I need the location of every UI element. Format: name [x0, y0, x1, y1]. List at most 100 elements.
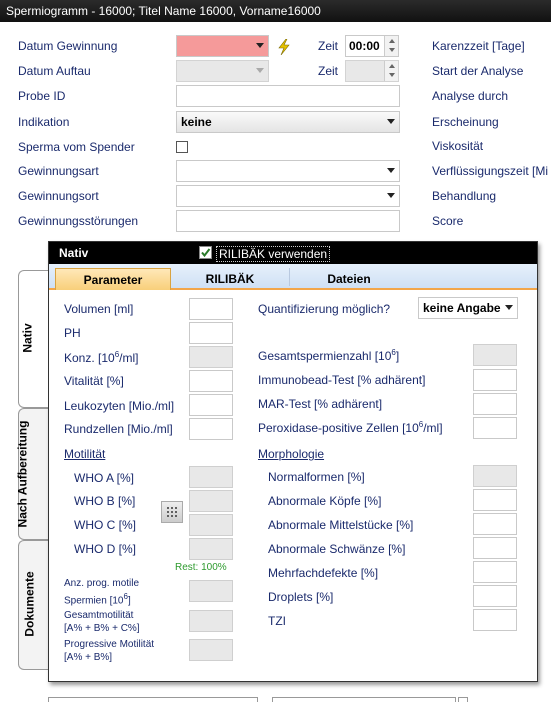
quantifizierung-dropdown[interactable]: keine Angabe — [418, 297, 518, 319]
panel-tabs: Parameter RILIBÄK Dateien — [49, 264, 537, 290]
gesamtspermienzahl-input[interactable] — [473, 344, 517, 366]
lightning-icon[interactable] — [276, 39, 292, 55]
label-mehrfachdefekte: Mehrfachdefekte [%] — [268, 566, 379, 580]
tzi-input[interactable] — [473, 609, 517, 631]
label-leukozyten: Leukozyten [Mio./ml] — [64, 399, 175, 413]
spin-up-button[interactable] — [384, 61, 398, 71]
rilibak-checkbox[interactable] — [199, 246, 212, 259]
label-konz: Konz. [106/ml] — [64, 350, 139, 365]
label-tzi: TZI — [268, 614, 286, 628]
label-probe-id: Probe ID — [18, 89, 66, 103]
tab-parameter[interactable]: Parameter — [55, 268, 171, 290]
rest-indicator: Rest: 100% — [175, 562, 227, 573]
bottom-field-right[interactable] — [272, 697, 456, 702]
side-tab-nativ[interactable]: Nativ — [18, 270, 48, 408]
label-analyse-durch: Analyse durch — [432, 89, 509, 103]
tab-rilibak[interactable]: RILIBÄK — [171, 268, 289, 290]
label-gewinnungsort: Gewinnungsort — [18, 189, 99, 203]
anz-prog-motile-input[interactable] — [189, 580, 233, 602]
who-b-input[interactable] — [189, 490, 233, 512]
label-gesamtspermienzahl: Gesamtspermienzahl [106] — [258, 348, 400, 363]
abnormale-koepfe-input[interactable] — [473, 489, 517, 511]
quantifizierung-value: keine Angabe — [423, 301, 501, 315]
peroxidase-input[interactable] — [473, 417, 517, 439]
bottom-field-left[interactable] — [48, 697, 258, 702]
label-ph: PH — [64, 326, 81, 340]
label-gesamtmotilitaet: Gesamtmotilität [A% + B% + C%] — [64, 610, 140, 634]
label-indikation: Indikation — [18, 115, 70, 129]
label-zeit-auftau: Zeit — [318, 64, 339, 78]
label-mar-test: MAR-Test [% adhärent] — [258, 397, 383, 411]
progressive-motilitaet-input[interactable] — [189, 639, 233, 661]
ph-input[interactable] — [189, 322, 233, 344]
zeit-auftau-spinner[interactable] — [345, 60, 399, 82]
konz-input[interactable] — [189, 346, 233, 368]
who-c-input[interactable] — [189, 514, 233, 536]
rundzellen-input[interactable] — [189, 418, 233, 440]
label-behandlung: Behandlung — [432, 189, 497, 203]
label-erscheinung: Erscheinung — [432, 115, 499, 129]
label-anz-prog-motile: Anz. prog. motile Spermien [106] — [64, 578, 140, 607]
label-gewinnungsstoerungen: Gewinnungsstörungen — [18, 214, 139, 228]
abnormale-mittelstuecke-input[interactable] — [473, 513, 517, 535]
spin-down-button[interactable] — [384, 46, 398, 56]
immunobead-input[interactable] — [473, 369, 517, 391]
who-a-input[interactable] — [189, 466, 233, 488]
label-rundzellen: Rundzellen [Mio./ml] — [64, 422, 173, 436]
gewinnungsart-dropdown[interactable] — [176, 160, 400, 182]
label-who-b: WHO B [%] — [74, 494, 136, 508]
calculator-icon[interactable] — [161, 501, 183, 523]
vitalitaet-input[interactable] — [189, 370, 233, 392]
label-progressive-motilitaet: Progressive Motilität [A% + B%] — [64, 639, 155, 663]
bottom-dropdown-button[interactable] — [458, 697, 468, 702]
label-karenzzeit: Karenzzeit [Tage] — [432, 39, 525, 53]
morphologie-heading: Morphologie — [258, 447, 325, 461]
zeit-gewinnung-value: 00:00 — [349, 39, 380, 53]
label-gewinnungsart: Gewinnungsart — [18, 164, 99, 178]
label-viskositaet: Viskosität — [432, 139, 484, 153]
checkmark-icon — [201, 248, 211, 258]
mar-test-input[interactable] — [473, 393, 517, 415]
zeit-gewinnung-spinner[interactable]: 00:00 — [345, 35, 399, 57]
label-quantifizierung: Quantifizierung möglich? — [258, 302, 391, 316]
label-who-d: WHO D [%] — [74, 542, 136, 556]
motilitaet-heading: Motilität — [64, 447, 106, 461]
normalformen-input[interactable] — [473, 465, 517, 487]
spin-down-button[interactable] — [384, 71, 398, 81]
datum-gewinnung-dropdown[interactable] — [176, 35, 269, 57]
indikation-value: keine — [181, 115, 212, 129]
mehrfachdefekte-input[interactable] — [473, 561, 517, 583]
label-immunobead: Immunobead-Test [% adhärent] — [258, 373, 426, 387]
indikation-dropdown[interactable]: keine — [176, 111, 400, 133]
side-tab-dokumente[interactable]: Dokumente — [18, 540, 48, 670]
gesamtmotilitaet-input[interactable] — [189, 610, 233, 632]
label-zeit-gewinnung: Zeit — [318, 39, 339, 53]
side-tab-nach-aufbereitung-label: Nach Aufbereitung — [15, 420, 30, 528]
gewinnungsstoerungen-input[interactable] — [176, 210, 400, 232]
sperma-vom-spender-checkbox[interactable] — [176, 141, 188, 153]
side-tab-dokumente-label: Dokumente — [22, 571, 37, 637]
label-datum-auftau: Datum Auftau — [18, 64, 91, 78]
leukozyten-input[interactable] — [189, 394, 233, 416]
probe-id-input[interactable] — [176, 85, 400, 107]
abnormale-schwaenze-input[interactable] — [473, 537, 517, 559]
spin-up-button[interactable] — [384, 36, 398, 46]
panel-header: Nativ RILIBÄK verwenden — [49, 242, 537, 264]
side-tab-nativ-label: Nativ — [20, 323, 35, 353]
label-datum-gewinnung: Datum Gewinnung — [18, 39, 118, 53]
droplets-input[interactable] — [473, 585, 517, 607]
label-who-a: WHO A [%] — [74, 471, 135, 485]
label-droplets: Droplets [%] — [268, 590, 334, 604]
label-verfluessigungszeit: Verflüssigungszeit [Mi — [432, 164, 549, 178]
gewinnungsort-dropdown[interactable] — [176, 185, 400, 207]
label-normalformen: Normalformen [%] — [268, 470, 365, 484]
tab-dateien[interactable]: Dateien — [290, 268, 408, 290]
rilibak-checkbox-label[interactable]: RILIBÄK verwenden — [216, 246, 331, 262]
label-sperma-vom-spender: Sperma vom Spender — [18, 140, 135, 154]
datum-auftau-dropdown[interactable] — [176, 60, 269, 82]
side-tab-nach-aufbereitung[interactable]: Nach Aufbereitung — [15, 408, 48, 540]
label-who-c: WHO C [%] — [74, 518, 136, 532]
who-d-input[interactable] — [189, 538, 233, 560]
window-title: Spermiogramm - 16000; Titel Name 16000, … — [0, 0, 551, 22]
volumen-input[interactable] — [189, 298, 233, 320]
